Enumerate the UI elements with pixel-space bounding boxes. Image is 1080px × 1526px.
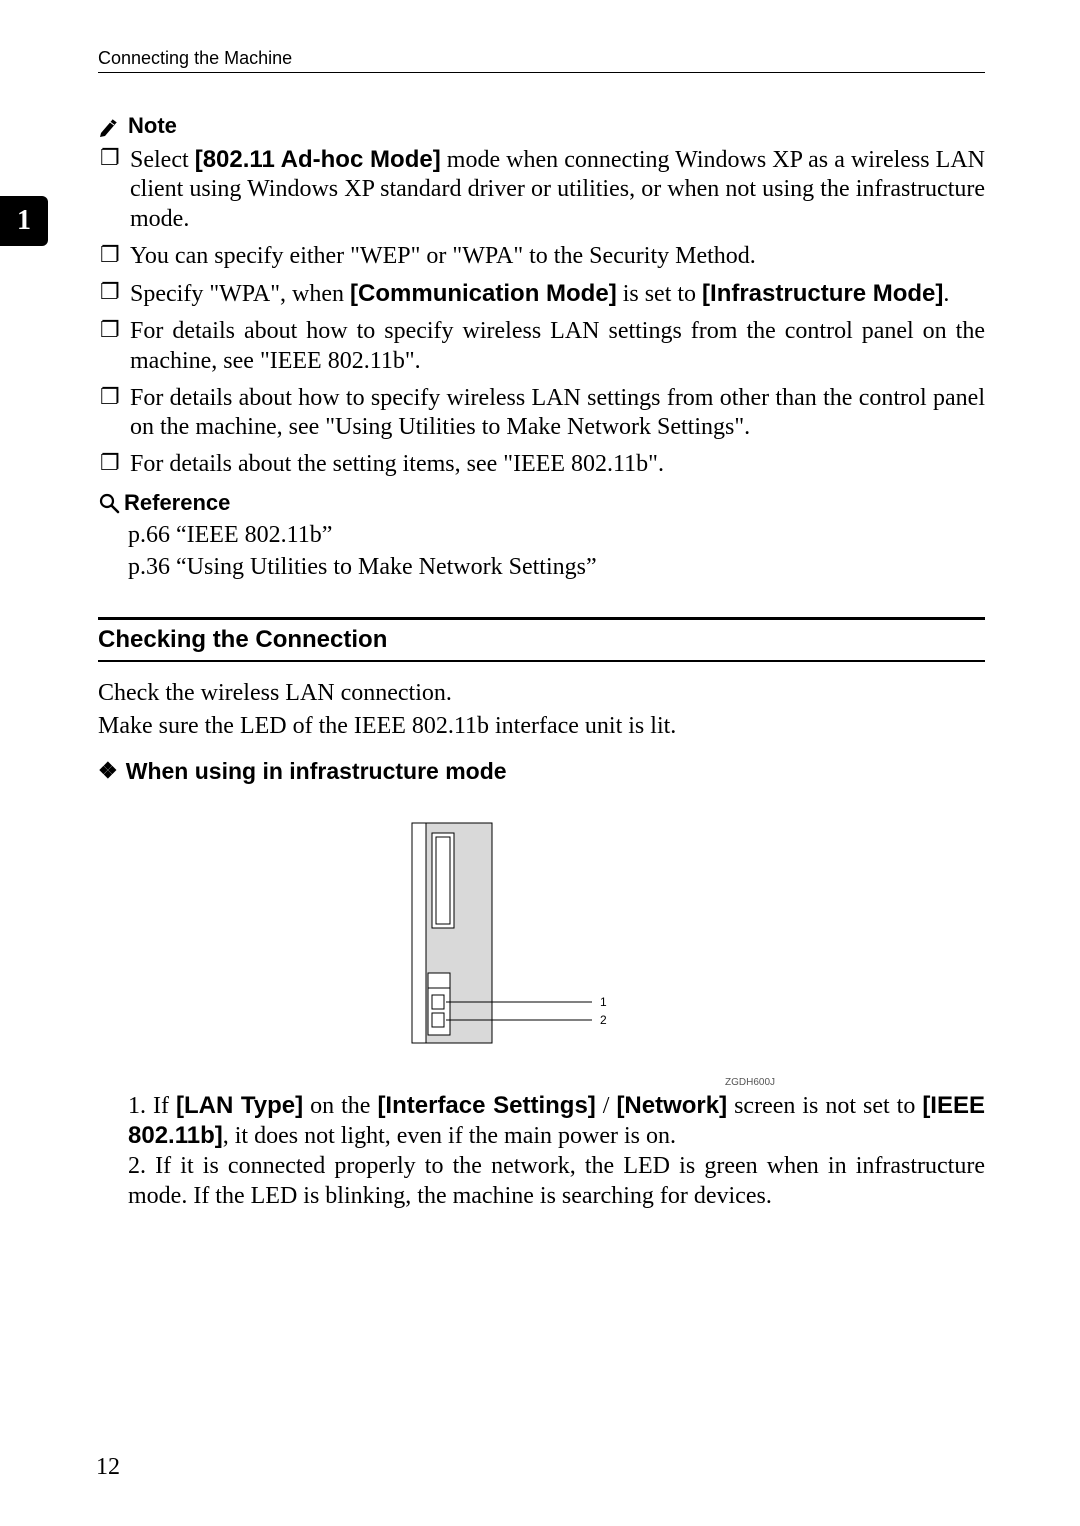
subsection-title: When using in infrastructure mode [126, 758, 507, 785]
callout-label: 1 [600, 995, 607, 1009]
interface-unit-diagram: 1 2 ZGDH600J [98, 813, 985, 1083]
reference-line: p.36 “Using Utilities to Make Network Se… [128, 552, 985, 583]
chapter-tab: 1 [0, 196, 48, 246]
magnifier-icon [98, 492, 120, 514]
note-label: Note [128, 113, 177, 139]
reference-body: p.66 “IEEE 802.11b” p.36 “Using Utilitie… [98, 520, 985, 583]
reference-heading: Reference [98, 490, 985, 516]
note-heading: Note [98, 113, 985, 139]
body-text: Check the wireless LAN connection. [98, 678, 985, 709]
figure-id: ZGDH600J [725, 1077, 775, 1088]
callout-label: 2 [600, 1013, 607, 1027]
list-item: For details about how to specify wireles… [98, 384, 985, 443]
list-item: You can specify either "WEP" or "WPA" to… [98, 242, 985, 271]
reference-label: Reference [124, 490, 230, 516]
reference-line: p.66 “IEEE 802.11b” [128, 520, 985, 551]
numbered-paragraph: 1. If [LAN Type] on the [Interface Setti… [98, 1091, 985, 1212]
note-list: Select [802.11 Ad-hoc Mode] mode when co… [98, 145, 985, 480]
subsection-heading: ❖ When using in infrastructure mode [98, 758, 985, 785]
page-number: 12 [96, 1454, 120, 1481]
list-item: For details about how to specify wireles… [98, 317, 985, 376]
list-item: Specify "WPA", when [Communication Mode]… [98, 279, 985, 309]
running-title: Connecting the Machine [98, 48, 985, 73]
section-title: Checking the Connection [98, 620, 985, 662]
list-item: For details about the setting items, see… [98, 450, 985, 479]
list-item: Select [802.11 Ad-hoc Mode] mode when co… [98, 145, 985, 234]
body-text: Make sure the LED of the IEEE 802.11b in… [98, 711, 985, 742]
pencil-icon [98, 115, 122, 137]
diamond-icon: ❖ [98, 760, 118, 782]
